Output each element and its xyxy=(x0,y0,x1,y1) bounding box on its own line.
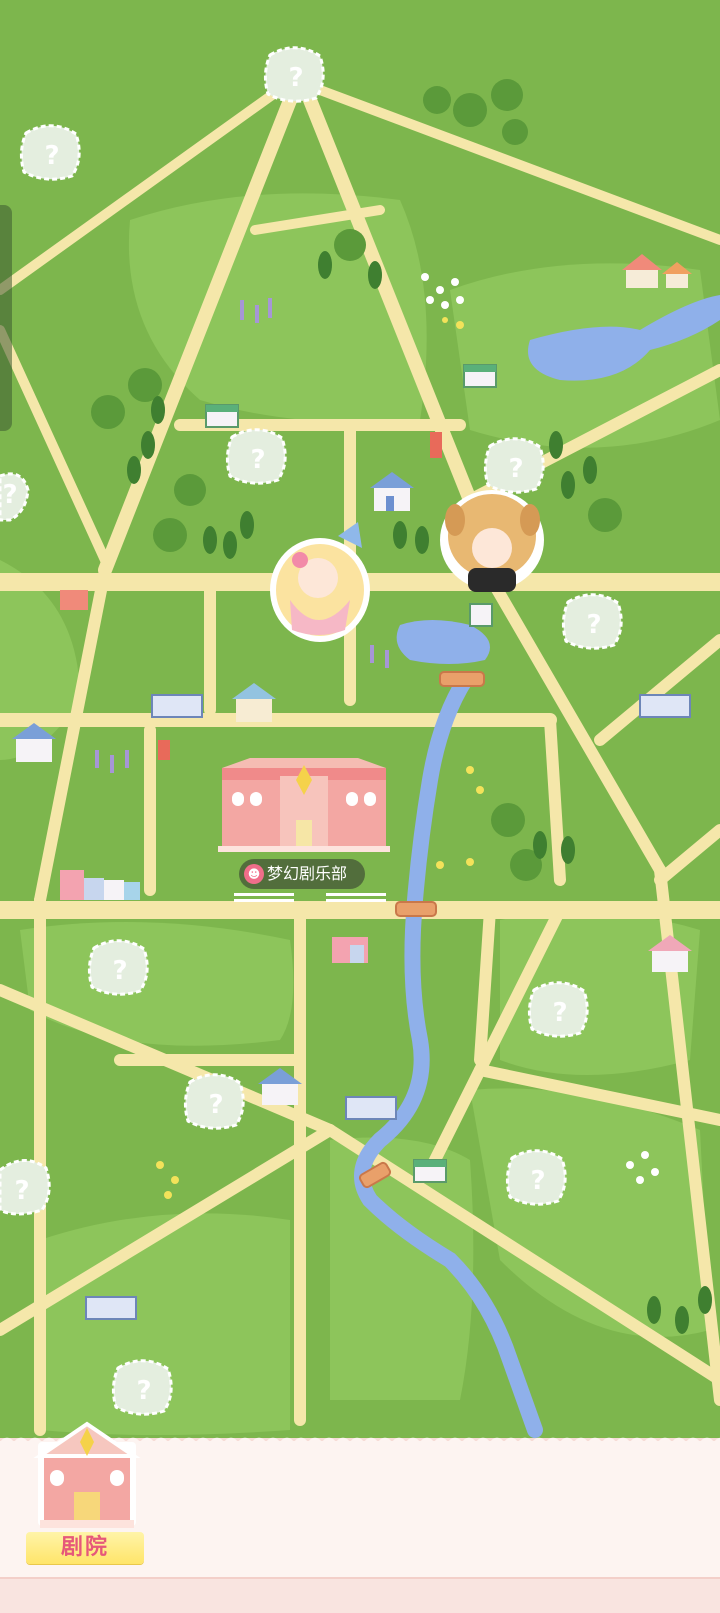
theater-icon xyxy=(33,1421,141,1528)
locked-marker: ? xyxy=(136,1376,151,1406)
locked-marker: ? xyxy=(508,454,523,484)
locked-marker: ? xyxy=(112,956,127,986)
locked-marker: ? xyxy=(44,141,59,171)
club-name-text: 梦幻剧乐部 xyxy=(267,864,348,883)
mask-icon: ☻ xyxy=(244,864,264,884)
bottom-bar-stripe xyxy=(0,1577,720,1613)
locked-marker: ? xyxy=(2,480,17,510)
locked-marker: ? xyxy=(586,610,601,640)
locked-marker: ? xyxy=(250,445,265,475)
world-map[interactable]: ? ? ? ? ? ? ? ? ? ? ? ? xyxy=(0,0,720,1440)
locked-marker: ? xyxy=(530,1166,545,1196)
locked-marker: ? xyxy=(14,1176,29,1206)
club-name-label[interactable]: ☻ 梦幻剧乐部 xyxy=(239,859,365,889)
theater-button[interactable]: 剧院 xyxy=(24,1408,150,1568)
club-building[interactable] xyxy=(218,758,390,852)
theater-button-label: 剧院 xyxy=(26,1532,144,1564)
locked-marker: ? xyxy=(288,63,303,93)
locked-marker: ? xyxy=(552,998,567,1028)
side-drawer-handle[interactable] xyxy=(0,205,12,431)
locked-marker: ? xyxy=(208,1090,223,1120)
